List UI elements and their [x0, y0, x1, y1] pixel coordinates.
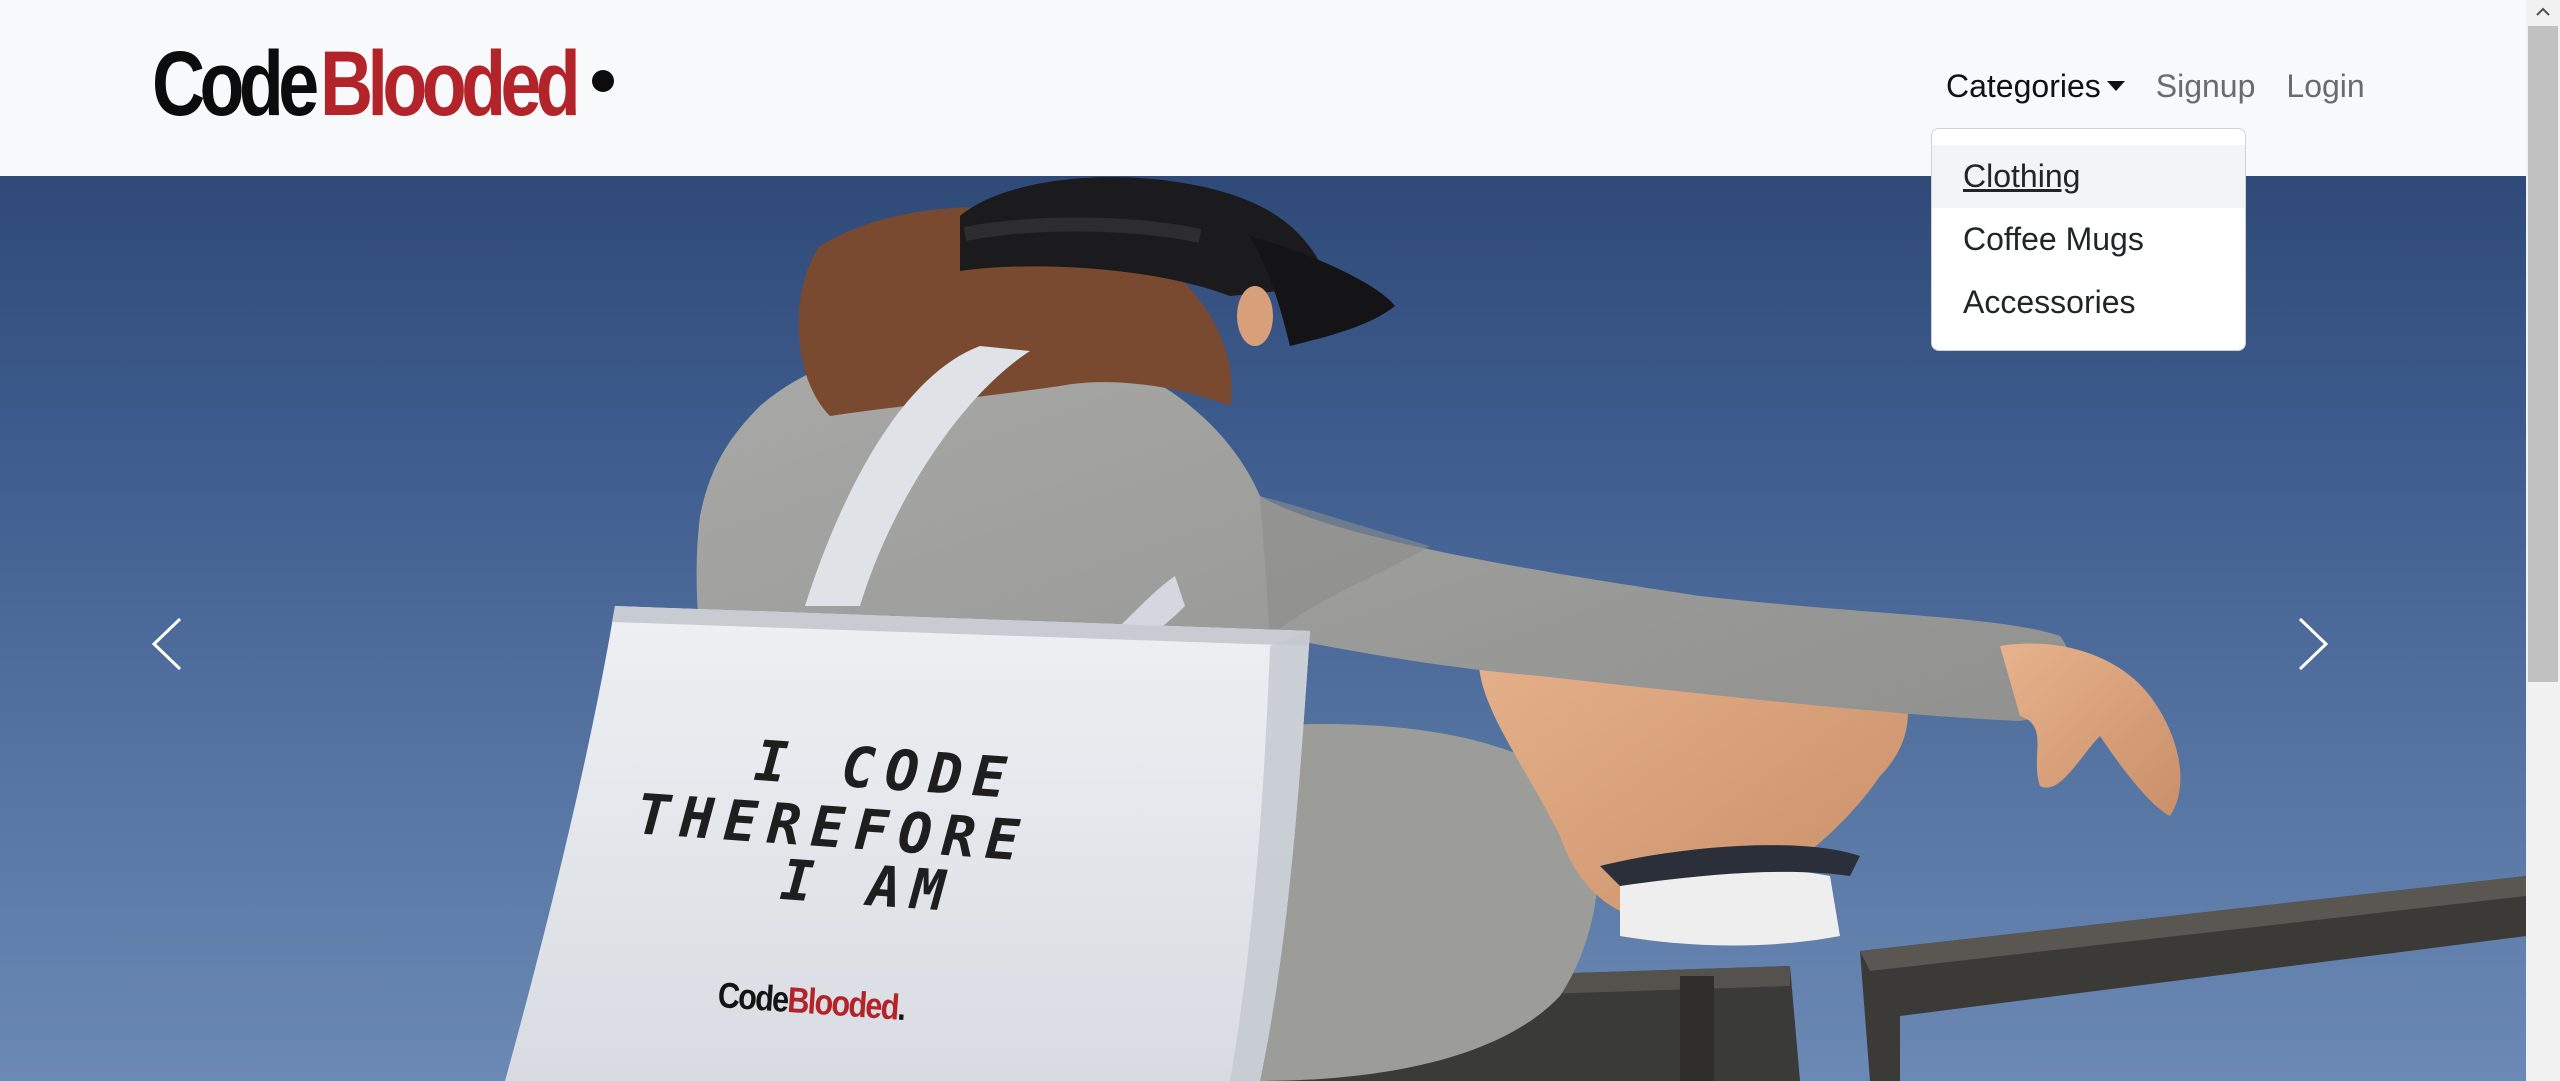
- categories-dropdown-menu: Clothing Coffee Mugs Accessories: [1931, 128, 2246, 351]
- tote-text-line-3: I AM: [777, 847, 957, 926]
- carousel-next-button[interactable]: [2296, 616, 2376, 716]
- page: Code Blooded Categories Signup Login Clo…: [0, 0, 2560, 1081]
- brand-dot-icon: [592, 70, 614, 92]
- brand-logo[interactable]: Code Blooded: [152, 30, 639, 130]
- chevron-right-icon: [2298, 617, 2329, 671]
- categories-label: Categories: [1946, 68, 2101, 104]
- signup-link[interactable]: Signup: [2156, 64, 2256, 108]
- dropdown-item-coffee-mugs[interactable]: Coffee Mugs: [1932, 208, 2245, 271]
- scroll-up-button[interactable]: [2526, 0, 2560, 24]
- login-link[interactable]: Login: [2286, 64, 2364, 108]
- brand-name-blooded: Blooded: [320, 33, 581, 135]
- chevron-left-icon: [151, 617, 182, 671]
- tote-logo-code: Code: [716, 974, 789, 1020]
- chevron-up-icon: [2536, 7, 2550, 16]
- dropdown-item-accessories[interactable]: Accessories: [1932, 271, 2245, 334]
- page-scrollbar[interactable]: [2526, 0, 2560, 1081]
- scrollbar-thumb[interactable]: [2528, 26, 2558, 682]
- categories-dropdown-toggle[interactable]: Categories: [1946, 64, 2125, 108]
- carousel-prev-button[interactable]: [150, 616, 230, 716]
- nav-links: Categories Signup Login: [1946, 64, 2365, 108]
- dropdown-item-clothing[interactable]: Clothing: [1932, 145, 2245, 208]
- brand-name-code: Code: [152, 33, 319, 135]
- tote-logo-blooded: Blooded: [786, 978, 900, 1028]
- caret-down-icon: [2106, 81, 2125, 91]
